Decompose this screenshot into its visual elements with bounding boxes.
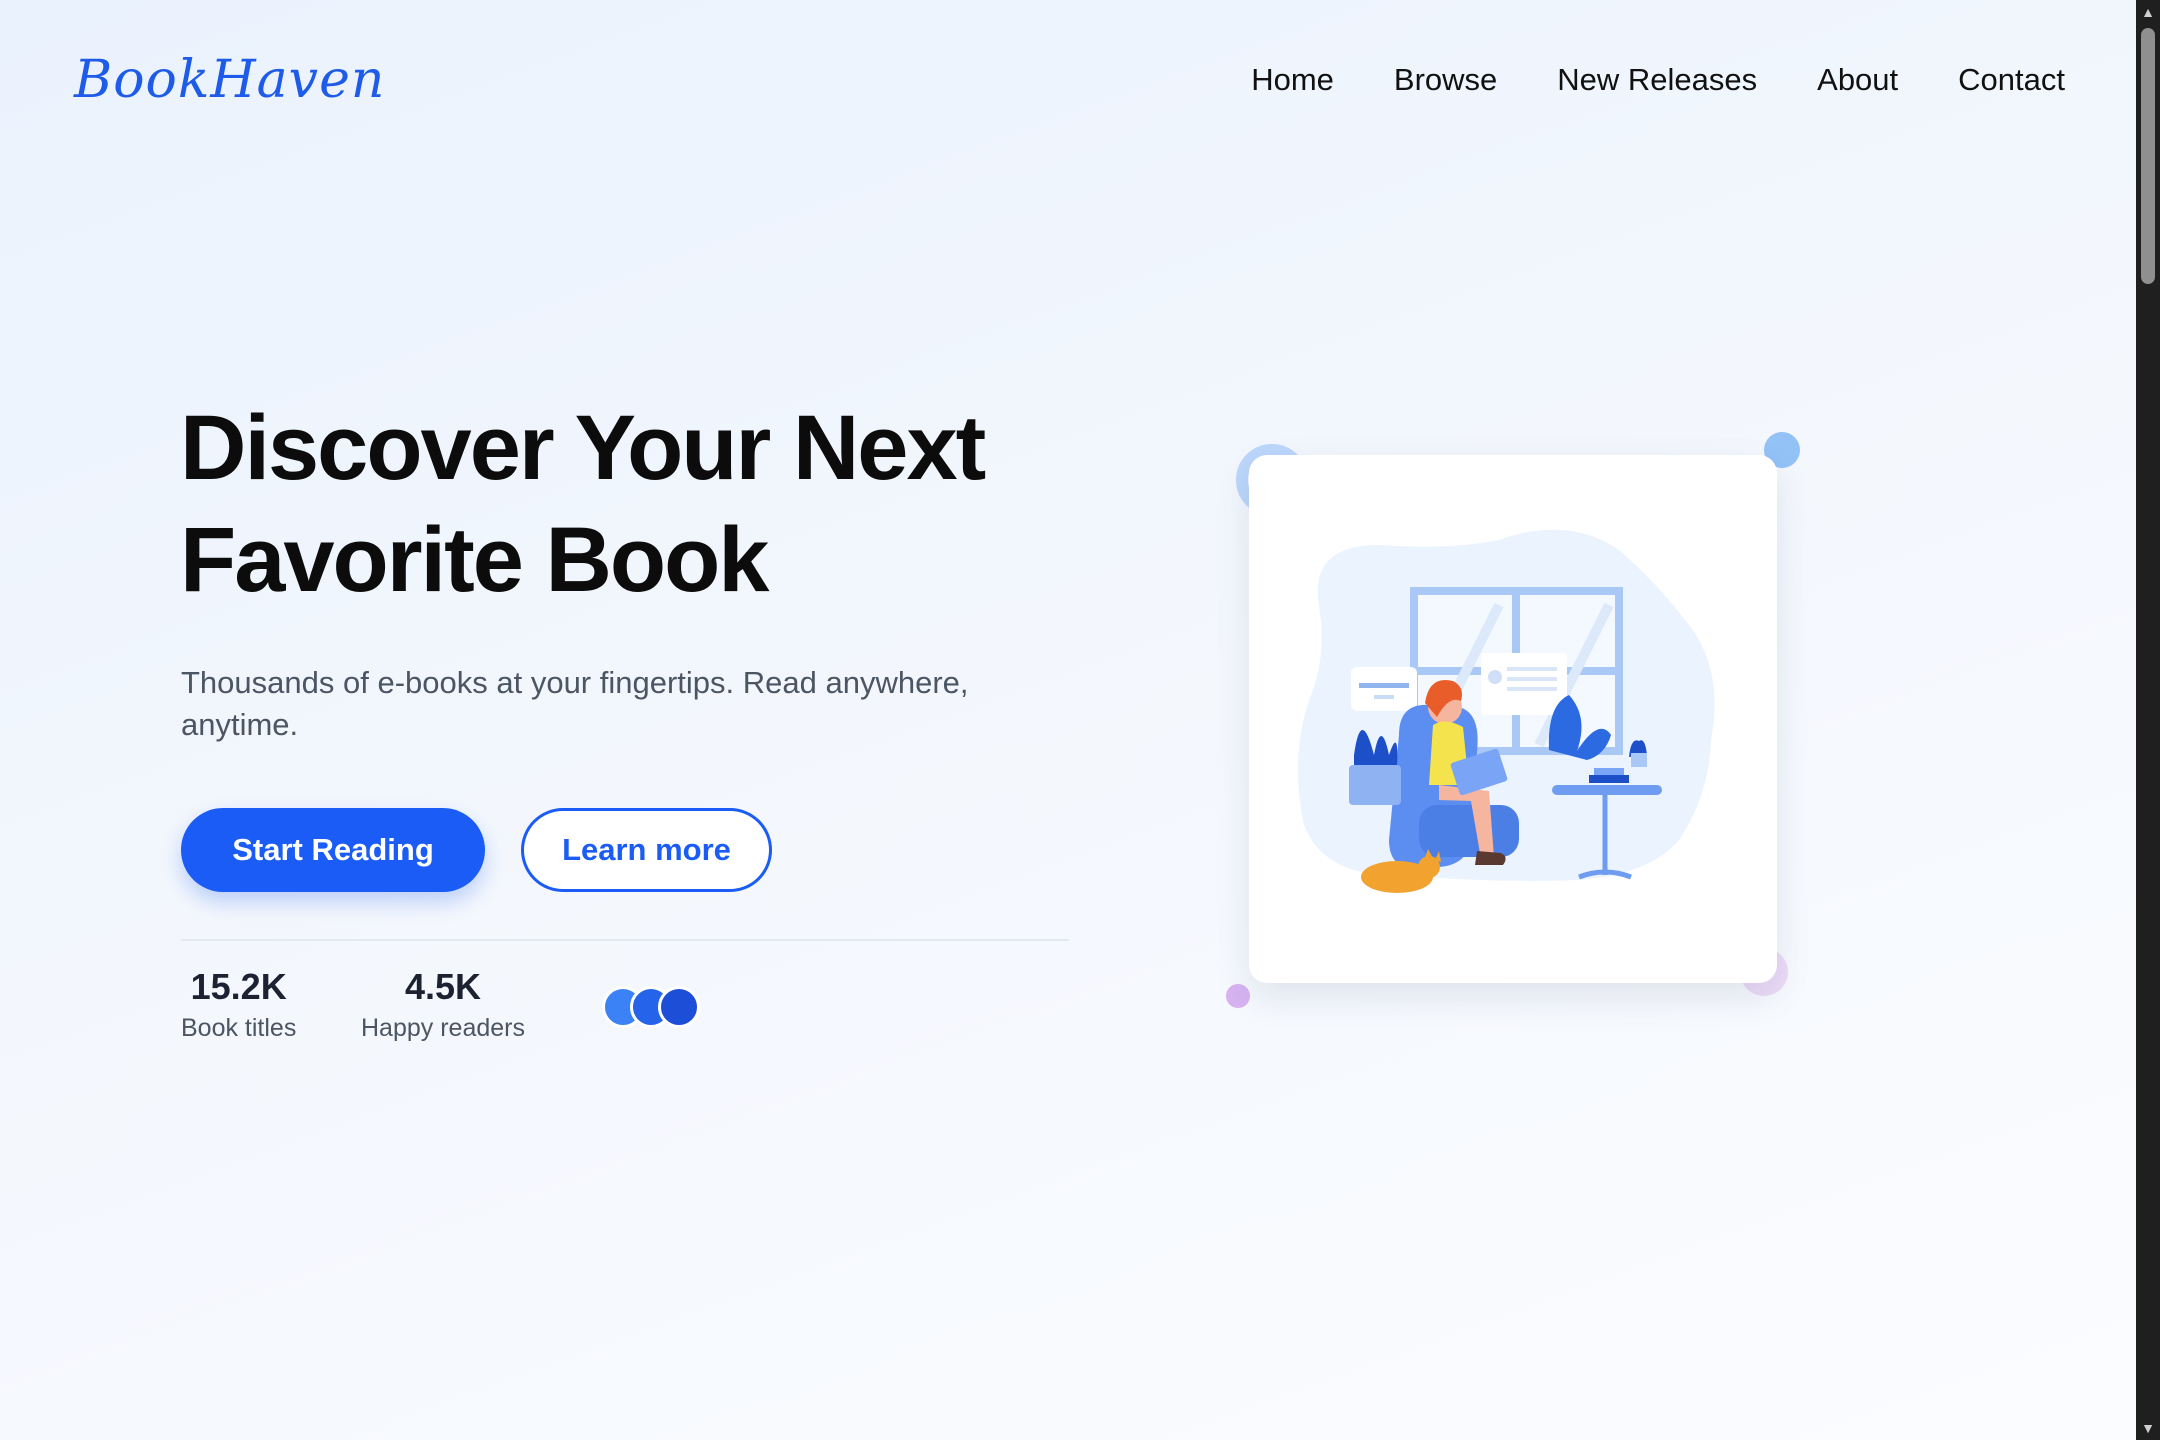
decorative-dot [1226, 984, 1250, 1008]
stat-label: Book titles [181, 1014, 297, 1042]
stat-label: Happy readers [361, 1014, 525, 1042]
hero-title-line-1: Discover Your Next [180, 397, 986, 499]
nav-new-releases[interactable]: New Releases [1557, 62, 1757, 98]
chat-bubble-icon [1351, 667, 1417, 711]
nav-browse[interactable]: Browse [1394, 62, 1497, 98]
learn-more-button[interactable]: Learn more [521, 808, 772, 892]
stat-value: 4.5K [404, 966, 482, 1007]
scrollbar-thumb[interactable] [2141, 28, 2155, 284]
nav-contact[interactable]: Contact [1958, 62, 2065, 98]
stat-book-titles: 15.2K Book titles [181, 966, 296, 1043]
stat-value: 15.2K [190, 966, 287, 1007]
scroll-up-icon[interactable]: ▲ [2136, 2, 2160, 22]
stats-divider [181, 939, 1069, 941]
avatar [658, 986, 700, 1028]
hero-subtitle: Thousands of e-books at your fingertips.… [181, 665, 969, 742]
logo[interactable]: BookHaven [74, 50, 385, 110]
hero-title: Discover Your Next Favorite Book [180, 392, 1160, 616]
nav-about[interactable]: About [1817, 62, 1898, 98]
stat-happy-readers: 4.5K Happy readers [361, 966, 525, 1043]
main-nav: Home Browse New Releases About Contact [1251, 62, 2065, 98]
illustration-card [1249, 455, 1777, 983]
nav-home[interactable]: Home [1251, 62, 1334, 98]
scrollbar[interactable]: ▲ ▼ [2136, 0, 2160, 1440]
reading-woman-illustration [1297, 529, 1715, 893]
hero-title-line-2: Favorite Book [180, 509, 769, 611]
profile-card-icon [1481, 653, 1567, 715]
scroll-down-icon[interactable]: ▼ [2136, 1418, 2160, 1438]
reader-avatars [602, 986, 712, 1028]
side-table-icon [1552, 785, 1662, 795]
start-reading-button[interactable]: Start Reading [181, 808, 485, 892]
